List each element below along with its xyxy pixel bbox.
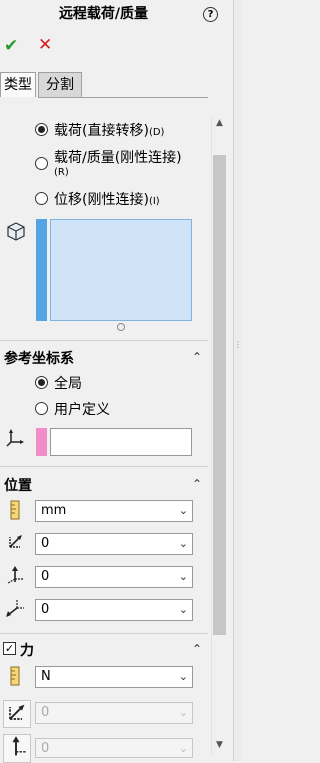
radio-global[interactable] (35, 376, 48, 389)
collapse-icon[interactable]: ⌃ (192, 477, 202, 491)
radio-load-mass-rigid[interactable] (35, 157, 48, 170)
cube-icon (6, 221, 28, 243)
section-title-force: 力 (20, 643, 34, 659)
section-title-coordinate: 参考坐标系 (4, 351, 74, 367)
ruler-icon (7, 500, 29, 522)
y-axis-icon (12, 736, 26, 756)
section-divider (0, 340, 208, 341)
force-checkbox[interactable]: ✓ (3, 642, 16, 655)
tab-divider (80, 97, 208, 98)
selection-list-box[interactable] (50, 219, 192, 321)
position-y-input[interactable]: 0 ⌄ (35, 566, 193, 588)
force-y-input[interactable]: 0 ⌄ (35, 738, 193, 758)
force-unit-select[interactable]: N ⌄ (35, 666, 193, 688)
reference-color-bar (36, 428, 47, 456)
section-divider (0, 466, 208, 467)
force-x-input[interactable]: 0 ⌄ (35, 702, 193, 724)
section-divider (0, 633, 208, 634)
resize-handle[interactable] (117, 323, 125, 331)
collapse-icon[interactable]: ⌃ (192, 350, 202, 364)
position-z-input[interactable]: 0 ⌄ (35, 599, 193, 621)
scroll-down-icon[interactable]: ▼ (211, 740, 228, 754)
splitter-grip-icon[interactable]: ⋮ (234, 340, 242, 349)
radio-user-defined[interactable] (35, 402, 48, 415)
splitter-bar[interactable] (233, 0, 241, 761)
axis-icon (5, 428, 27, 450)
cancel-button[interactable]: ✕ (38, 35, 52, 55)
position-unit-select[interactable]: mm ⌄ (35, 500, 193, 522)
panel-title: 远程载荷/质量 (58, 6, 149, 22)
radio-accel-load-mass-rigid: (R) (54, 167, 69, 178)
radio-label-load-direct: 载荷(直接转移)(D) (54, 123, 165, 139)
radio-displacement-rigid[interactable] (35, 192, 48, 205)
x-axis-icon (5, 532, 27, 554)
reference-selection-box[interactable] (50, 428, 192, 456)
tab-type[interactable]: 类型 (0, 72, 36, 97)
radio-load-direct[interactable] (35, 123, 48, 136)
y-axis-icon (5, 565, 27, 587)
scroll-up-icon[interactable]: ▲ (211, 118, 228, 132)
radio-label-user-defined: 用户定义 (54, 402, 110, 418)
selection-color-bar (36, 219, 47, 321)
help-icon[interactable]: ? (203, 7, 218, 22)
z-axis-icon (5, 598, 27, 620)
force-x-toggle[interactable] (3, 700, 31, 728)
scrollbar-thumb[interactable] (213, 155, 226, 635)
radio-label-load-mass-rigid: 载荷/质量(刚性连接) (54, 150, 182, 166)
radio-label-displacement-rigid: 位移(刚性连接)(I) (54, 192, 160, 208)
ruler-icon (7, 666, 29, 688)
collapse-icon[interactable]: ⌃ (192, 642, 202, 656)
x-axis-icon (9, 704, 25, 720)
force-y-toggle[interactable] (3, 734, 31, 763)
tab-split[interactable]: 分割 (38, 72, 82, 98)
section-title-position: 位置 (4, 478, 32, 494)
radio-label-global: 全局 (54, 376, 82, 392)
ok-button[interactable]: ✔ (4, 36, 18, 56)
position-x-input[interactable]: 0 ⌄ (35, 533, 193, 555)
